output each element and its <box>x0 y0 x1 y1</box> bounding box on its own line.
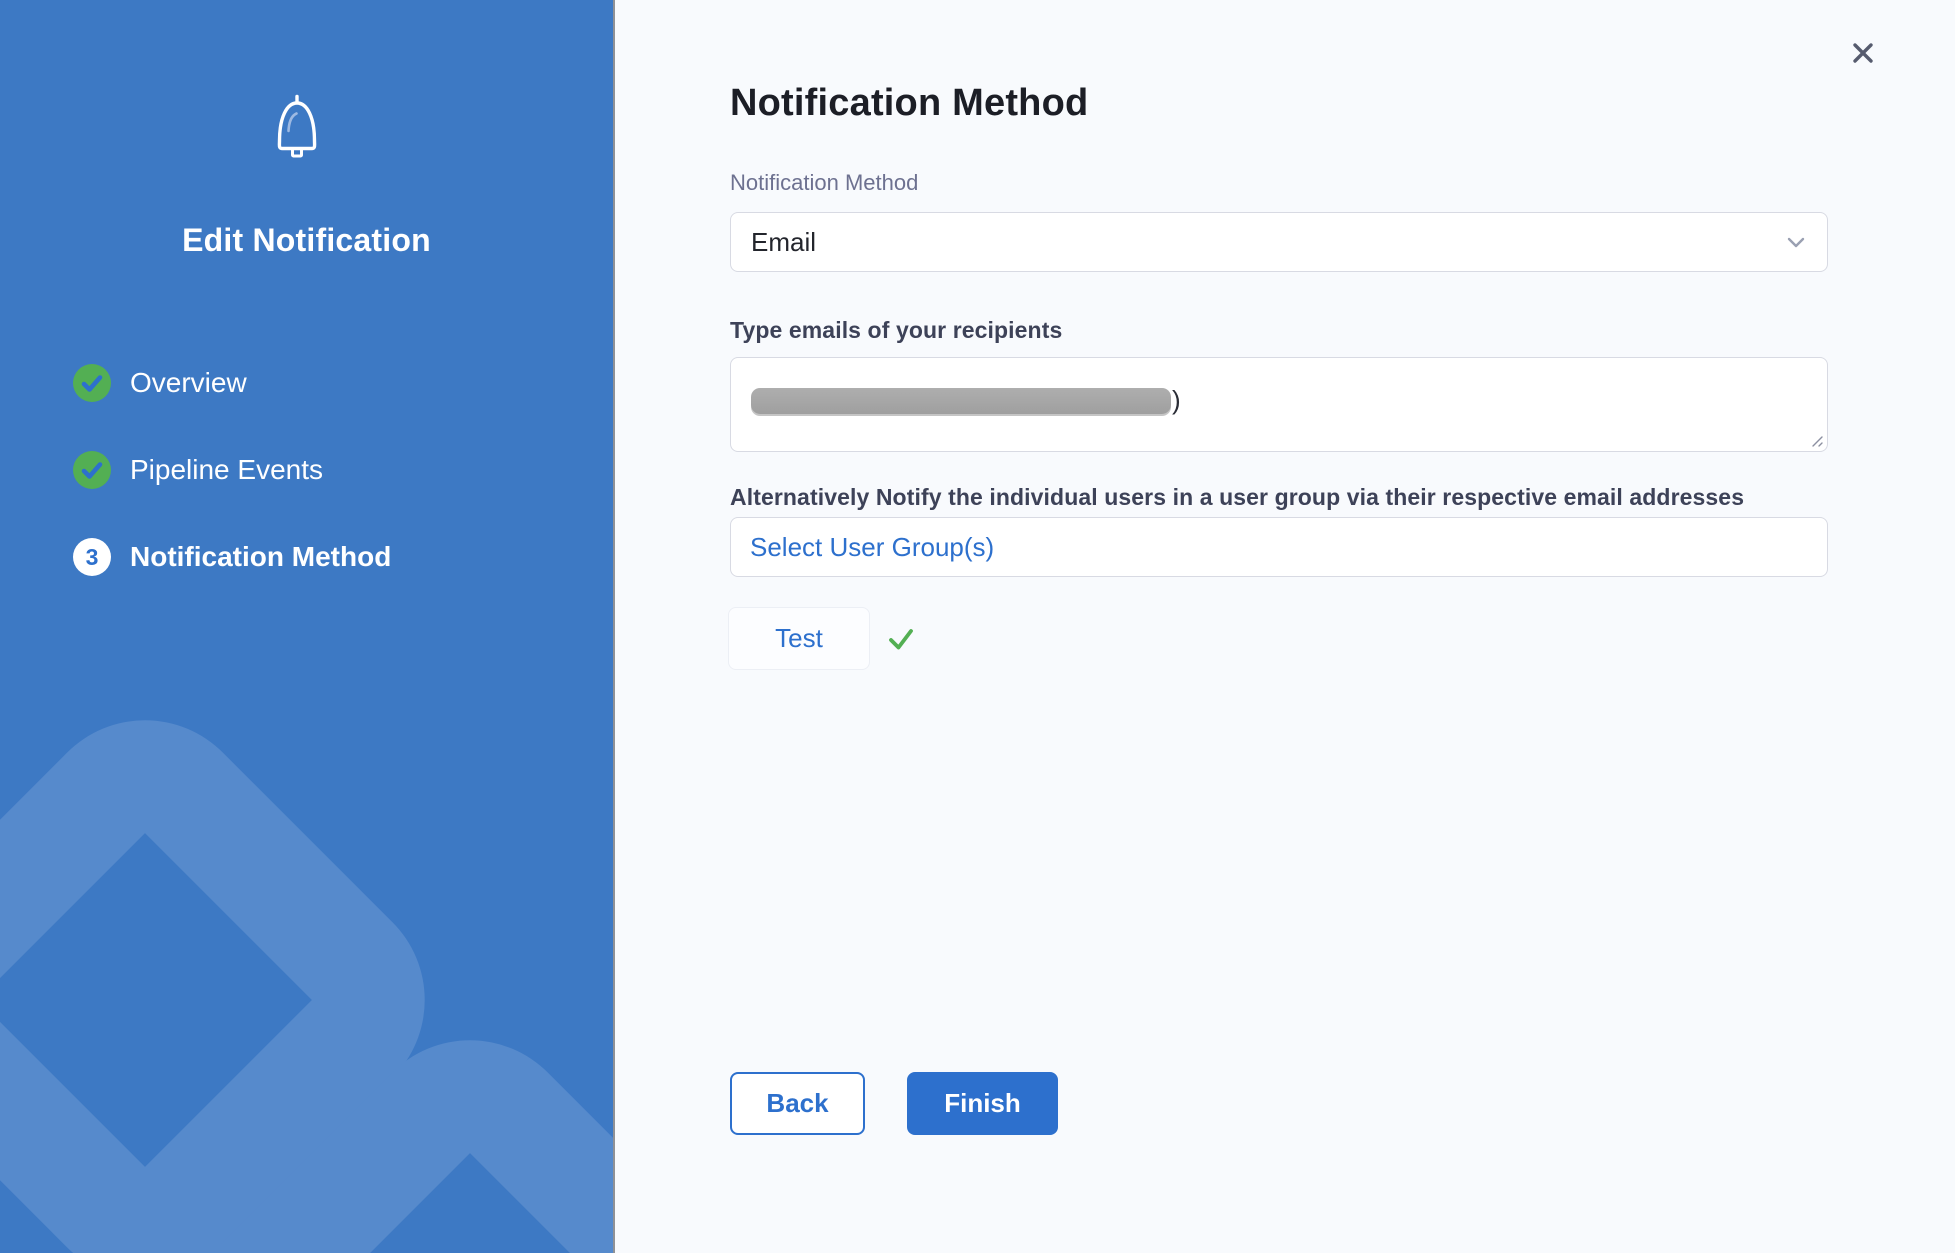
step-overview[interactable]: Overview <box>73 364 391 402</box>
step-notification-method[interactable]: 3 Notification Method <box>73 538 391 576</box>
notification-method-panel: Notification Method Notification Method … <box>615 0 1955 1253</box>
back-button[interactable]: Back <box>730 1072 865 1135</box>
test-button[interactable]: Test <box>728 607 870 670</box>
resize-grip-icon[interactable] <box>1808 432 1824 448</box>
redacted-email-suffix: ) <box>1172 385 1181 416</box>
select-user-groups-link: Select User Group(s) <box>750 532 994 563</box>
wizard-sidebar: Edit Notification Overview Pipeline Even… <box>0 0 615 1253</box>
step-label: Overview <box>130 367 247 399</box>
close-button[interactable] <box>1849 39 1877 67</box>
bell-icon <box>265 90 329 162</box>
redacted-email-value <box>751 388 1171 414</box>
step-number-badge: 3 <box>73 538 111 576</box>
test-row: Test <box>728 607 915 670</box>
step-label: Notification Method <box>130 541 391 573</box>
chevron-down-icon <box>1785 231 1807 253</box>
step-label: Pipeline Events <box>130 454 323 486</box>
close-icon <box>1849 39 1877 67</box>
check-icon <box>73 364 111 402</box>
step-pipeline-events[interactable]: Pipeline Events <box>73 451 391 489</box>
check-icon <box>73 451 111 489</box>
finish-button[interactable]: Finish <box>907 1072 1058 1135</box>
page-title: Notification Method <box>730 82 1088 125</box>
user-group-helper-label: Alternatively Notify the individual user… <box>730 484 1744 511</box>
wizard-steps: Overview Pipeline Events 3 Notification … <box>73 364 391 625</box>
success-check-icon <box>887 625 915 653</box>
wizard-title: Edit Notification <box>0 222 613 259</box>
recipients-textarea[interactable]: ) <box>730 357 1828 452</box>
select-user-groups-field[interactable]: Select User Group(s) <box>730 517 1828 577</box>
selected-method-value: Email <box>751 227 1785 258</box>
notification-method-select[interactable]: Email <box>730 212 1828 272</box>
wizard-footer: Back Finish <box>730 1072 1058 1135</box>
method-label: Notification Method <box>730 170 918 196</box>
recipients-label: Type emails of your recipients <box>730 317 1062 344</box>
